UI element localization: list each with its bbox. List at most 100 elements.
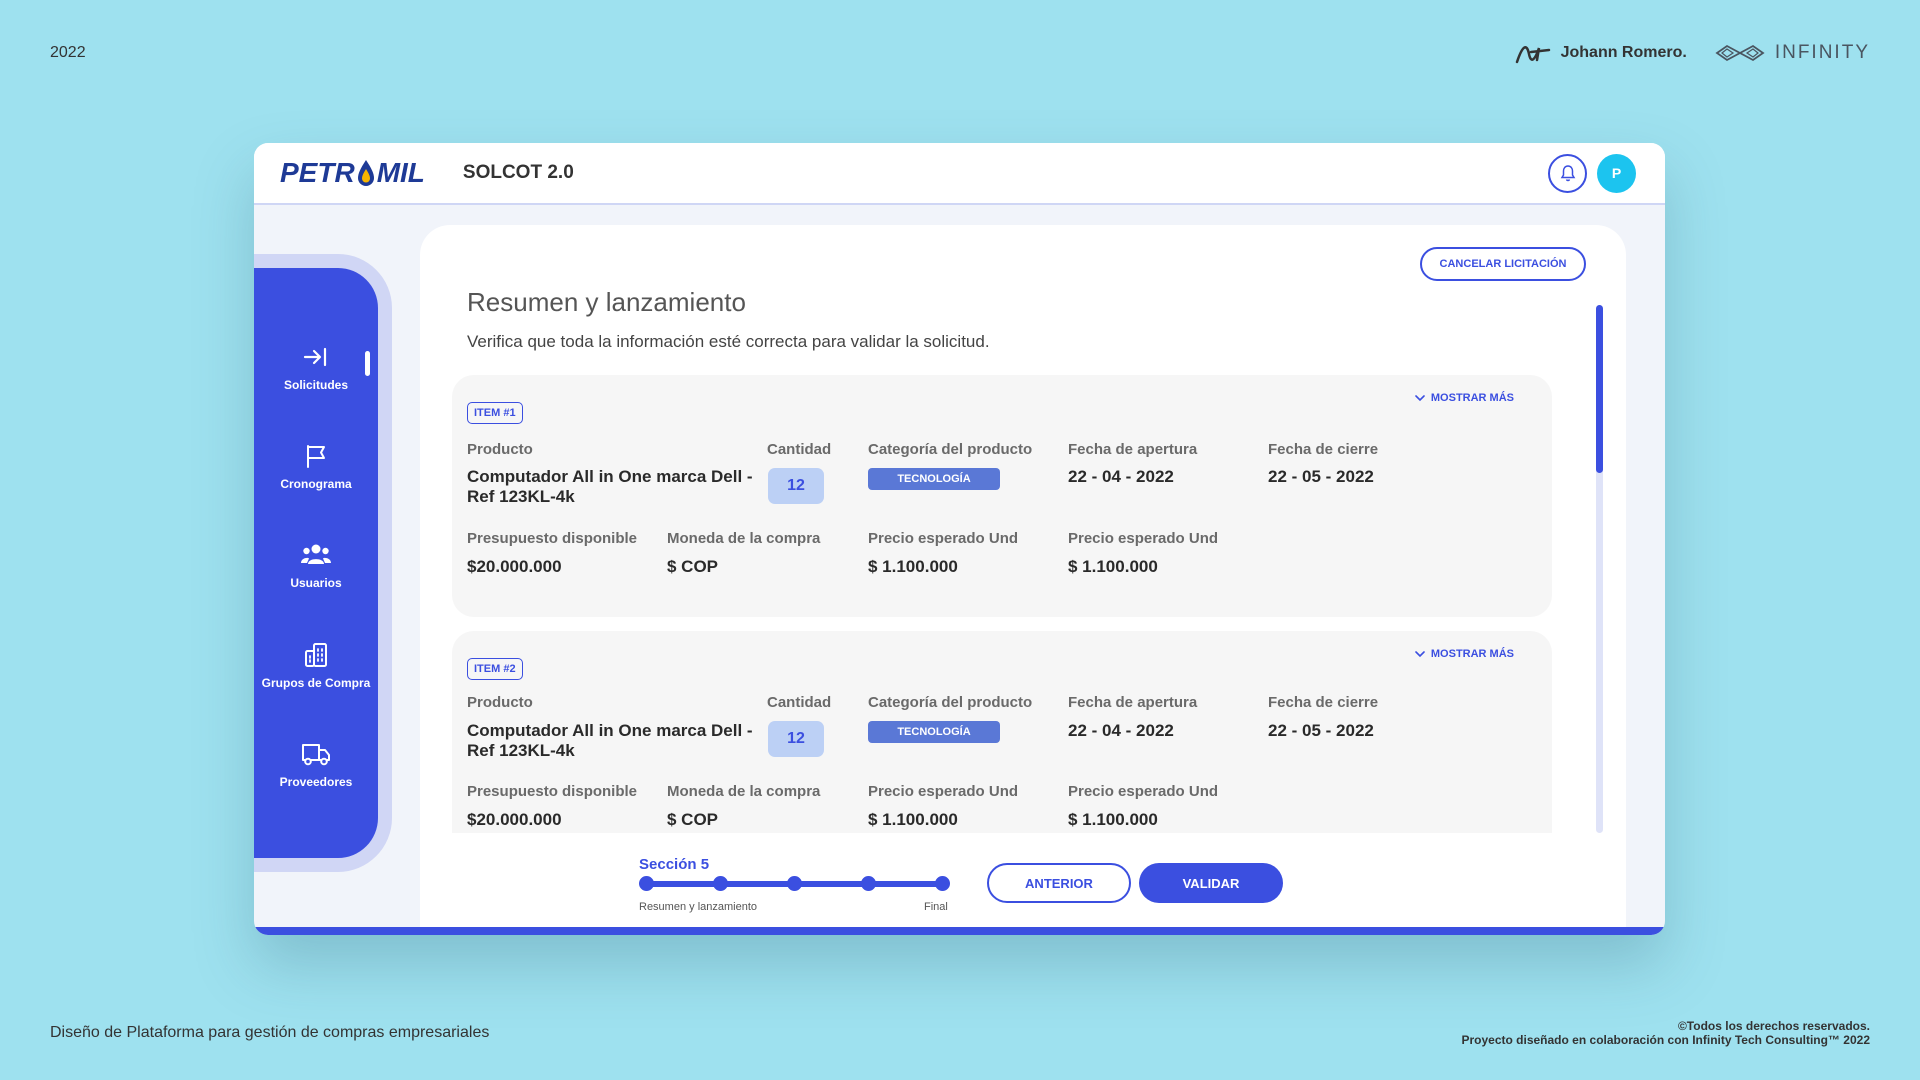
value-fecha-apertura: 22 - 04 - 2022: [1068, 467, 1174, 486]
sidebar-item-label: Solicitudes: [283, 378, 348, 392]
users-icon: [301, 544, 331, 564]
author-brand: Johann Romero.: [1515, 40, 1687, 66]
notifications-button[interactable]: [1548, 153, 1587, 193]
truck-icon: [302, 744, 330, 766]
sidebar-item-label: Proveedores: [279, 775, 353, 789]
author-name: Johann Romero.: [1560, 44, 1687, 61]
previous-button[interactable]: ANTERIOR: [987, 863, 1131, 903]
section-title: Sección 5: [639, 856, 710, 873]
show-more-button[interactable]: MOSTRAR MÁS: [1415, 648, 1514, 660]
sidebar-item-usuarios[interactable]: Usuarios: [254, 540, 378, 591]
label-precio-esperado: Precio esperado Und: [1068, 530, 1219, 547]
login-arrow-icon: [303, 347, 327, 367]
drop-icon: [357, 160, 374, 186]
brand-logos: Johann Romero. INFINITY: [1515, 40, 1870, 66]
main-card: CANCELAR LICITACIÓN Resumen y lanzamient…: [420, 225, 1626, 935]
value-fecha-apertura: 22 - 04 - 2022: [1068, 721, 1174, 740]
value-fecha-cierre: 22 - 05 - 2022: [1268, 467, 1374, 486]
items-list: ITEM #1 MOSTRAR MÁS Producto Computador …: [420, 375, 1626, 833]
step-dot-3[interactable]: [787, 876, 802, 891]
stepper-end-label: Final: [924, 901, 948, 913]
sidebar: Solicitudes Cronograma Usuarios Grupos d…: [254, 268, 378, 858]
infinity-logo-icon: [1715, 44, 1765, 62]
label-presupuesto: Presupuesto disponible: [467, 530, 638, 547]
sidebar-item-cronograma[interactable]: Cronograma: [254, 441, 378, 492]
value-moneda: $ COP: [667, 810, 719, 829]
label-fecha-cierre: Fecha de cierre: [1268, 441, 1379, 458]
label-precio-esperado: Precio esperado Und: [1068, 783, 1219, 800]
step-dot-2[interactable]: [713, 876, 728, 891]
footer-rights: ©Todos los derechos reservados.: [1677, 1019, 1870, 1033]
partner-brand: INFINITY: [1713, 42, 1870, 64]
footer-project: Proyecto diseñado en colaboración con In…: [1461, 1033, 1870, 1047]
label-fecha-cierre: Fecha de cierre: [1268, 694, 1379, 711]
show-more-button[interactable]: MOSTRAR MÁS: [1415, 392, 1514, 404]
label-cantidad: Cantidad: [767, 441, 832, 458]
label-precio-esperado: Precio esperado Und: [868, 783, 1019, 800]
chevron-down-icon: [1415, 651, 1425, 658]
building-icon: [305, 643, 327, 667]
show-more-label: MOSTRAR MÁS: [1430, 392, 1514, 404]
logo-text-right: MIL: [376, 157, 425, 188]
item-card: ITEM #2 MOSTRAR MÁS Producto Computador …: [452, 631, 1552, 833]
value-presupuesto: $20.000.000: [467, 557, 562, 576]
user-avatar[interactable]: P: [1597, 153, 1636, 193]
label-precio-esperado: Precio esperado Und: [868, 530, 1019, 547]
label-fecha-apertura: Fecha de apertura: [1068, 694, 1198, 711]
value-precio-esperado: $ 1.100.000: [868, 557, 958, 576]
label-producto: Producto: [467, 694, 533, 711]
label-moneda: Moneda de la compra: [667, 783, 821, 800]
value-producto: Computador All in One marca Dell - Ref 1…: [467, 721, 753, 760]
step-dot-1[interactable]: [639, 876, 654, 891]
petromil-logo: PETR MIL: [280, 157, 425, 189]
show-more-label: MOSTRAR MÁS: [1430, 648, 1514, 660]
year-label: 2022: [50, 44, 86, 61]
bell-icon: [1560, 165, 1575, 182]
page-title: Resumen y lanzamiento: [467, 287, 746, 317]
sidebar-item-grupos-de-compra[interactable]: Grupos de Compra: [254, 640, 378, 691]
value-moneda: $ COP: [667, 557, 719, 576]
label-producto: Producto: [467, 441, 533, 458]
label-cantidad: Cantidad: [767, 694, 832, 711]
item-badge: ITEM #2: [467, 658, 523, 680]
sidebar-item-label: Cronograma: [280, 477, 352, 491]
app-window: PETR MIL SOLCOT 2.0 P Solicitudes Cronog…: [254, 143, 1665, 935]
category-tag: TECNOLOGÍA: [868, 468, 1000, 490]
sidebar-item-label: Grupos de Compra: [261, 676, 371, 690]
sidebar-item-proveedores[interactable]: Proveedores: [254, 739, 378, 790]
validate-button[interactable]: VALIDAR: [1139, 863, 1283, 903]
value-precio-esperado: $ 1.100.000: [868, 810, 958, 829]
footer-description: Diseño de Plataforma para gestión de com…: [50, 1024, 490, 1041]
label-presupuesto: Presupuesto disponible: [467, 783, 638, 800]
label-categoria: Categoría del producto: [868, 694, 1033, 711]
value-producto: Computador All in One marca Dell - Ref 1…: [467, 467, 753, 506]
sidebar-item-label: Usuarios: [290, 576, 342, 590]
sidebar-item-solicitudes[interactable]: Solicitudes: [254, 342, 378, 393]
stepper-start-label: Resumen y lanzamiento: [639, 901, 758, 913]
label-categoria: Categoría del producto: [868, 441, 1033, 458]
category-tag: TECNOLOGÍA: [868, 721, 1000, 743]
footer-credits: ©Todos los derechos reservados. Proyecto…: [1461, 1019, 1870, 1047]
value-precio-esperado: $ 1.100.000: [1068, 810, 1158, 829]
app-title: SOLCOT 2.0: [462, 162, 574, 183]
bottom-accent-bar: [254, 927, 1665, 935]
value-fecha-cierre: 22 - 05 - 2022: [1268, 721, 1374, 740]
cancel-tender-button[interactable]: CANCELAR LICITACIÓN: [1420, 247, 1586, 281]
quantity-badge: 12: [768, 721, 824, 757]
item-card: ITEM #1 MOSTRAR MÁS Producto Computador …: [452, 375, 1552, 617]
top-bar: PETR MIL SOLCOT 2.0 P: [254, 143, 1665, 205]
item-badge: ITEM #1: [467, 402, 523, 424]
label-moneda: Moneda de la compra: [667, 530, 821, 547]
step-dot-4[interactable]: [861, 876, 876, 891]
partner-name: INFINITY: [1774, 42, 1870, 63]
logo-text-left: PETR: [280, 157, 355, 188]
quantity-badge: 12: [768, 468, 824, 504]
flag-icon: [307, 445, 325, 468]
label-fecha-apertura: Fecha de apertura: [1068, 441, 1198, 458]
value-presupuesto: $20.000.000: [467, 810, 562, 829]
signature-icon: [1515, 46, 1550, 64]
value-precio-esperado: $ 1.100.000: [1068, 557, 1158, 576]
step-dot-5[interactable]: [935, 876, 950, 891]
top-actions: P: [1548, 153, 1636, 193]
chevron-down-icon: [1415, 395, 1425, 402]
